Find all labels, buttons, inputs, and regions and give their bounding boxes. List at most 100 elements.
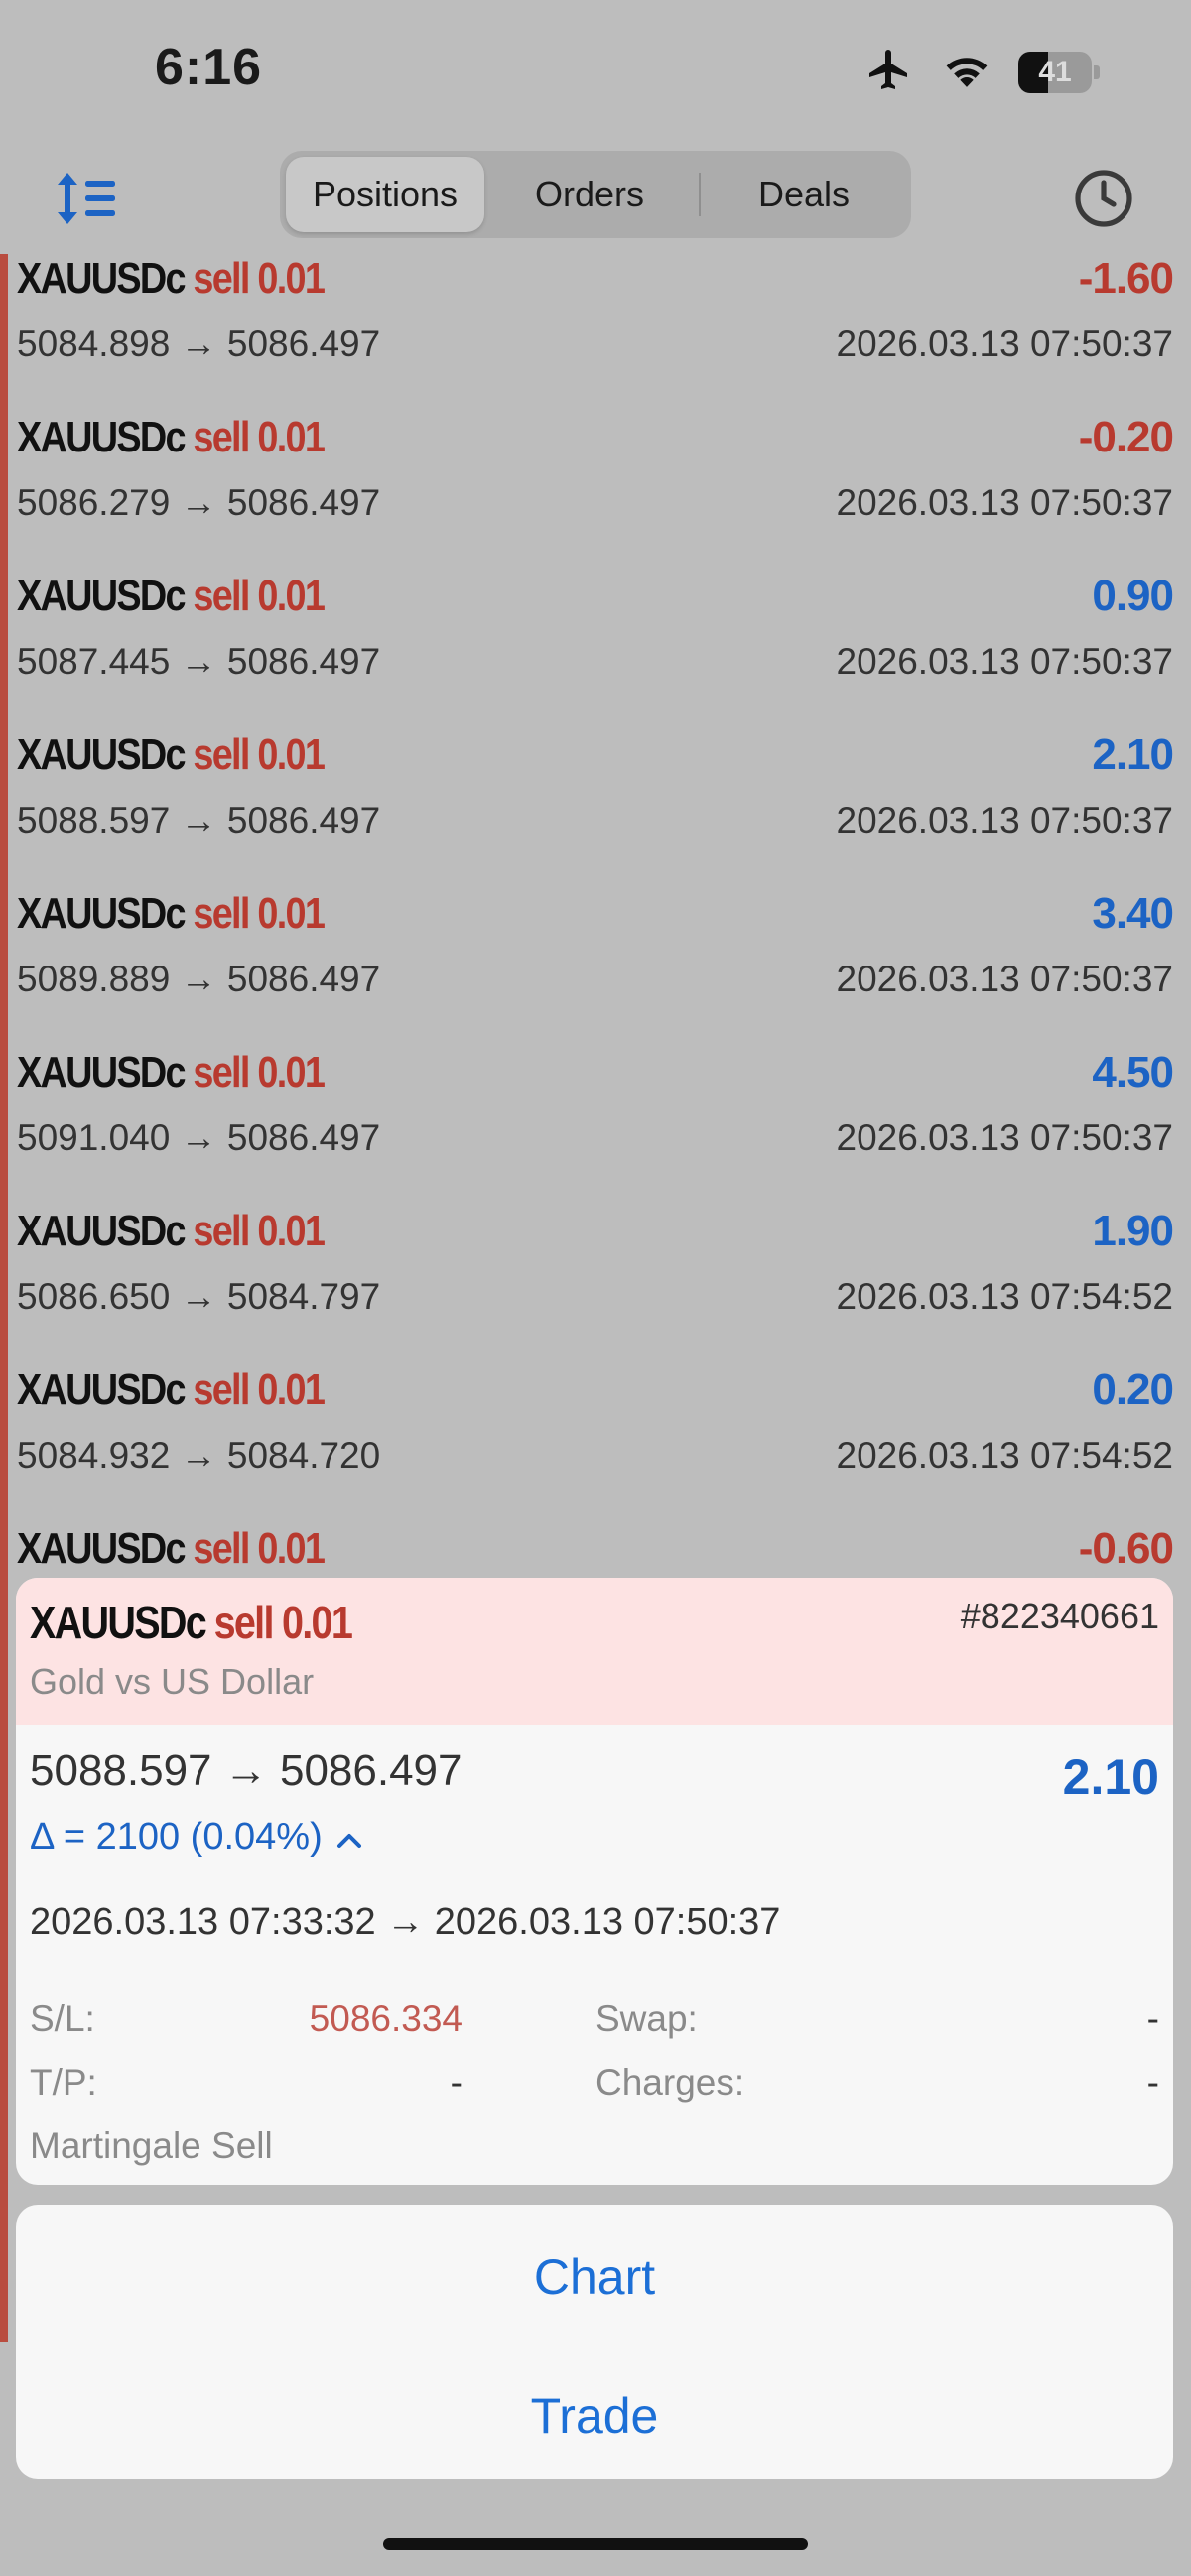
position-time: 2026.03.13 07:50:37 [836, 800, 1174, 840]
position-prices: 5086.650 → 5084.797 [17, 1276, 381, 1317]
position-prices: 5086.279 → 5086.497 [17, 482, 381, 523]
detail-delta: Δ = 2100 (0.04%) [30, 1816, 323, 1858]
battery-cap [1094, 64, 1100, 79]
position-symbol: XAUUSDc [17, 413, 187, 461]
view-tabs: Positions Orders Deals [280, 151, 911, 238]
position-symbol: XAUUSDc [17, 1365, 187, 1414]
wifi-icon [941, 49, 992, 95]
position-symbol: XAUUSDc [17, 1207, 187, 1255]
position-title: XAUUSDc sell 0.01 [17, 1207, 326, 1264]
position-title: XAUUSDc sell 0.01 [17, 730, 326, 788]
position-side: sell 0.01 [193, 1524, 326, 1573]
detail-description: Gold vs US Dollar [30, 1661, 315, 1702]
position-title: XAUUSDc sell 0.01 [17, 889, 326, 947]
detail-title: XAUUSDc sell 0.01 [30, 1596, 353, 1649]
detail-prices: 5088.597 → 5086.497 [30, 1746, 463, 1795]
sort-button[interactable] [56, 169, 119, 228]
position-symbol: XAUUSDc [17, 1524, 187, 1573]
position-title: XAUUSDc sell 0.01 [17, 254, 326, 312]
position-time: 2026.03.13 07:50:37 [836, 323, 1174, 364]
position-title: XAUUSDc sell 0.01 [17, 572, 326, 629]
position-profit: 0.20 [1092, 1365, 1174, 1414]
position-side: sell 0.01 [193, 1365, 326, 1414]
position-row[interactable]: XAUUSDc sell 0.01 -0.20 5086.279 → 5086.… [0, 413, 1191, 572]
detail-times: 2026.03.13 07:33:32 → 2026.03.13 07:50:3… [30, 1901, 781, 1943]
position-row[interactable]: XAUUSDc sell 0.01 2.10 5088.597 → 5086.4… [0, 730, 1191, 889]
position-row[interactable]: XAUUSDc sell 0.01 1.90 5086.650 → 5084.7… [0, 1207, 1191, 1365]
position-side: sell 0.01 [193, 889, 326, 938]
position-profit: 4.50 [1092, 1048, 1174, 1096]
position-time: 2026.03.13 07:54:52 [836, 1435, 1174, 1476]
position-symbol: XAUUSDc [17, 1048, 187, 1096]
position-symbol: XAUUSDc [17, 889, 187, 938]
position-profit: -1.60 [1078, 254, 1174, 303]
position-prices: 5091.040 → 5086.497 [17, 1117, 381, 1158]
tab-deals[interactable]: Deals [705, 157, 903, 232]
position-time: 2026.03.13 07:50:37 [836, 959, 1174, 999]
position-symbol: XAUUSDc [17, 254, 187, 303]
history-button[interactable] [1072, 167, 1135, 230]
swap-value: - [1146, 1998, 1159, 2039]
detail-profit: 2.10 [1062, 1749, 1159, 1805]
position-row[interactable]: XAUUSDc sell 0.01 0.90 5087.445 → 5086.4… [0, 572, 1191, 730]
detail-side: sell 0.01 [213, 1597, 353, 1648]
position-profit: 3.40 [1092, 889, 1174, 938]
tp-label: T/P: [30, 2062, 97, 2103]
detail-comment: Martingale Sell [30, 2125, 273, 2166]
position-side: sell 0.01 [193, 572, 326, 620]
detail-delta-toggle[interactable]: Δ = 2100 (0.04%) [30, 1816, 362, 1859]
position-title: XAUUSDc sell 0.01 [17, 1365, 326, 1423]
position-row[interactable]: XAUUSDc sell 0.01 0.20 5084.932 → 5084.7… [0, 1365, 1191, 1524]
tab-positions[interactable]: Positions [286, 157, 484, 232]
status-time: 6:16 [155, 39, 263, 96]
position-prices: 5089.889 → 5086.497 [17, 959, 381, 999]
status-icons: 41 [863, 46, 1100, 98]
position-row[interactable]: XAUUSDc sell 0.01 4.50 5091.040 → 5086.4… [0, 1048, 1191, 1207]
sort-icon [56, 173, 119, 232]
position-prices: 5087.445 → 5086.497 [17, 641, 381, 682]
position-profit: -0.20 [1078, 413, 1174, 461]
sl-value: 5086.334 [309, 1998, 463, 2039]
clock-icon [1072, 170, 1135, 234]
swap-label: Swap: [596, 1998, 698, 2039]
airplane-mode-icon [863, 46, 915, 98]
battery-icon: 41 [1018, 51, 1100, 93]
toolbar: Positions Orders Deals [0, 139, 1191, 248]
position-side: sell 0.01 [193, 730, 326, 779]
position-prices: 5088.597 → 5086.497 [17, 800, 381, 840]
position-time: 2026.03.13 07:50:37 [836, 482, 1174, 523]
position-prices: 5084.932 → 5084.720 [17, 1435, 381, 1476]
position-symbol: XAUUSDc [17, 572, 187, 620]
action-sheet: Chart Trade [16, 2205, 1173, 2479]
position-row[interactable]: XAUUSDc sell 0.01 3.40 5089.889 → 5086.4… [0, 889, 1191, 1048]
position-title: XAUUSDc sell 0.01 [17, 1048, 326, 1105]
status-bar: 6:16 41 [0, 0, 1191, 139]
position-side: sell 0.01 [193, 1048, 326, 1096]
home-indicator[interactable] [383, 2538, 808, 2550]
charges-label: Charges: [596, 2062, 745, 2103]
position-time: 2026.03.13 07:50:37 [836, 641, 1174, 682]
position-side: sell 0.01 [193, 254, 326, 303]
position-row[interactable]: XAUUSDc sell 0.01 -1.60 5084.898 → 5086.… [0, 254, 1191, 413]
position-symbol: XAUUSDc [17, 730, 187, 779]
position-side: sell 0.01 [193, 413, 326, 461]
position-profit: 0.90 [1092, 572, 1174, 620]
chevron-up-icon [336, 1816, 362, 1859]
position-profit: 2.10 [1092, 730, 1174, 779]
detail-symbol: XAUUSDc [30, 1597, 207, 1648]
charges-value: - [1146, 2062, 1159, 2103]
position-prices: 5084.898 → 5086.497 [17, 323, 381, 364]
trade-button[interactable]: Trade [16, 2352, 1173, 2481]
position-time: 2026.03.13 07:54:52 [836, 1276, 1174, 1317]
tab-orders[interactable]: Orders [490, 157, 689, 232]
position-profit: 1.90 [1092, 1207, 1174, 1255]
chart-button[interactable]: Chart [16, 2213, 1173, 2342]
position-time: 2026.03.13 07:50:37 [836, 1117, 1174, 1158]
position-detail-card: XAUUSDc sell 0.01 #822340661 Gold vs US … [16, 1578, 1173, 2185]
tp-value: - [450, 2062, 463, 2103]
position-title: XAUUSDc sell 0.01 [17, 1524, 326, 1582]
tab-divider [699, 173, 701, 216]
sl-label: S/L: [30, 1998, 95, 2039]
position-title: XAUUSDc sell 0.01 [17, 413, 326, 470]
battery-percent: 41 [1038, 55, 1072, 88]
